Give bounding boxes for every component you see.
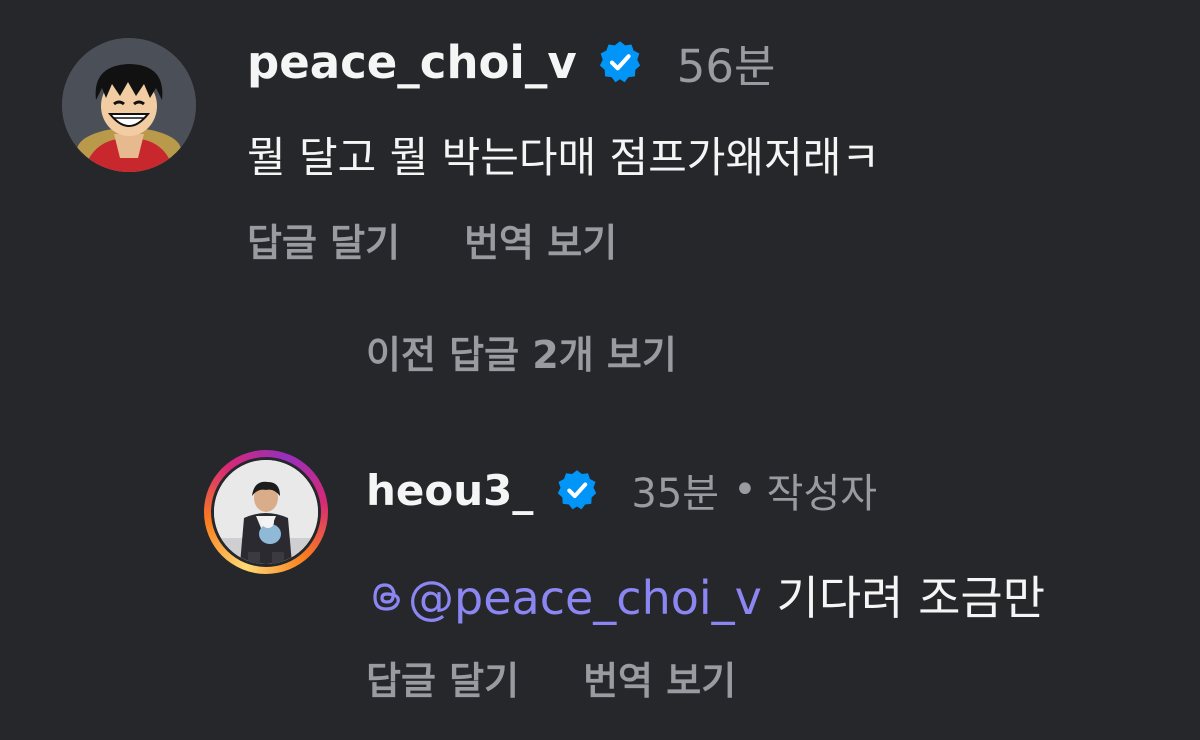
threads-at-icon	[373, 583, 400, 611]
username[interactable]: heou3_	[366, 466, 533, 515]
person-photo-avatar-icon	[214, 460, 318, 564]
comment-actions: 답글 달기 번역 보기	[247, 212, 617, 267]
comment-time: 56분	[676, 39, 776, 93]
reply-header: heou3_ 35분 • 작성자	[366, 462, 877, 518]
reply-text: @peace_choi_v 기다려 조금만	[366, 562, 1045, 628]
separator-dot: •	[733, 467, 757, 513]
reply-button[interactable]: 답글 달기	[366, 650, 519, 705]
mention-link[interactable]: @peace_choi_v	[366, 571, 762, 625]
username[interactable]: peace_choi_v	[247, 36, 577, 89]
translate-button[interactable]: 번역 보기	[464, 212, 617, 267]
avatar[interactable]	[62, 38, 196, 172]
translate-button[interactable]: 번역 보기	[583, 650, 736, 705]
verified-badge-icon	[555, 468, 599, 512]
reply-time: 35분	[631, 471, 720, 517]
anime-character-avatar-icon	[62, 38, 196, 172]
mention-text[interactable]: @peace_choi_v	[408, 571, 762, 625]
reply-body: 기다려 조금만	[761, 571, 1046, 625]
view-previous-replies-button[interactable]: 이전 답글 2개 보기	[366, 324, 677, 379]
verified-badge-icon	[597, 39, 643, 85]
reply-actions: 답글 달기 번역 보기	[366, 650, 736, 705]
reply-button[interactable]: 답글 달기	[247, 212, 400, 267]
avatar[interactable]	[211, 457, 321, 567]
comment-header: peace_choi_v 56분	[247, 34, 775, 93]
author-tag: 작성자	[766, 471, 878, 517]
comment-text: 뭘 달고 뭘 박는다매 점프가왜저래ㅋ	[247, 133, 881, 182]
